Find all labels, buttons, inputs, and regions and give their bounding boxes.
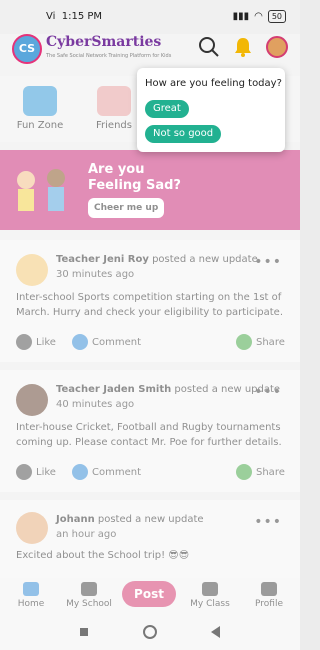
home-circle-icon[interactable] <box>143 625 157 639</box>
modal-overlay[interactable] <box>0 74 300 614</box>
status-right: ▮▮▮ ◠ 50 <box>233 10 286 23</box>
wifi-icon: ◠ <box>254 11 263 22</box>
status-left: Vi 1:15 PM <box>46 11 103 22</box>
back-icon[interactable] <box>211 626 220 638</box>
feeling-popup: How are you feeling today? Great Not so … <box>137 68 285 152</box>
logo-text: CyberSmarties <box>46 34 162 50</box>
popup-question: How are you feeling today? <box>145 78 282 89</box>
not-so-good-button[interactable]: Not so good <box>145 125 222 143</box>
great-button[interactable]: Great <box>145 100 189 118</box>
battery-icon: 50 <box>267 10 286 23</box>
logo-tagline: The Safe Social Network Training Platfor… <box>46 53 172 59</box>
search-icon[interactable] <box>198 36 220 58</box>
bell-icon[interactable] <box>232 36 254 58</box>
signal-icon: ▮▮▮ <box>232 11 250 22</box>
app-logo: CS CyberSmarties The Safe Social Network … <box>12 34 171 64</box>
status-bar: Vi 1:15 PM ▮▮▮ ◠ 50 <box>0 0 300 34</box>
logo-badge: CS <box>12 34 42 64</box>
recent-apps-icon[interactable] <box>80 628 88 636</box>
system-nav-bar <box>0 614 300 650</box>
profile-avatar[interactable] <box>266 36 288 58</box>
